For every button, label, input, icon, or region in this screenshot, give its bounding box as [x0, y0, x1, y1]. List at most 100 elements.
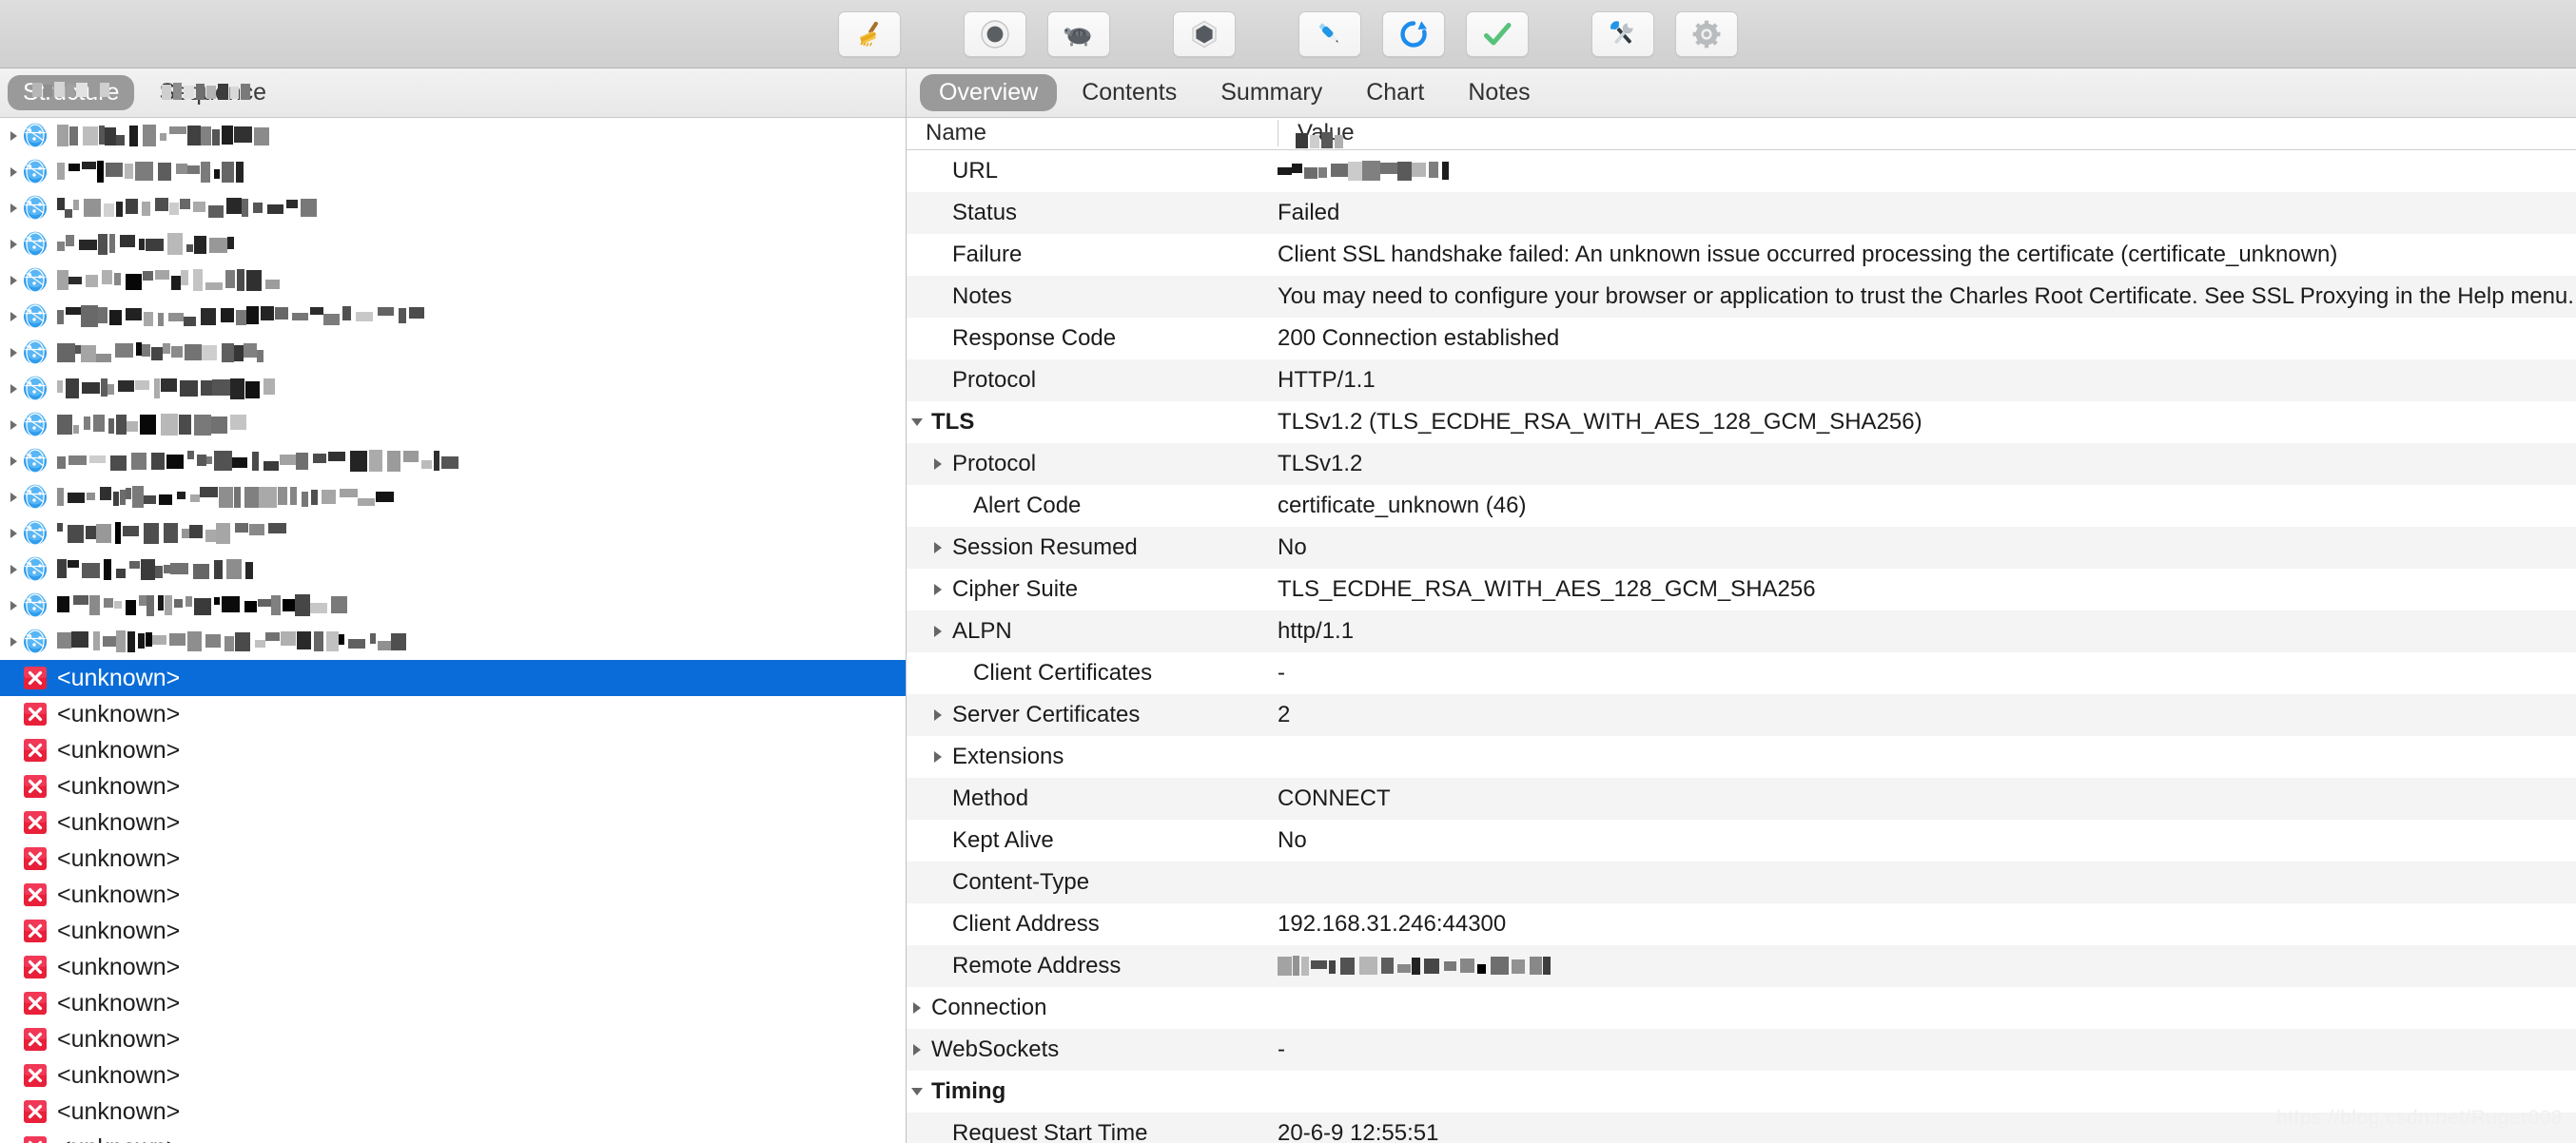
detail-row[interactable]: Kept Alive No [907, 820, 2576, 862]
tree-row[interactable] [0, 262, 906, 299]
tab-structure[interactable]: Structure [8, 75, 135, 110]
tools-button[interactable] [1591, 10, 1654, 57]
detail-row[interactable]: Remote Address [907, 945, 2576, 987]
disclosure-triangle-icon[interactable] [6, 154, 21, 190]
detail-row[interactable]: Notes You may need to configure your brow… [907, 276, 2576, 318]
tree-row[interactable]: <unknown> [0, 696, 906, 732]
detail-row[interactable]: Response Code 200 Connection established [907, 318, 2576, 359]
disclosure-triangle-icon[interactable] [6, 515, 21, 552]
detail-row-label: URL [952, 158, 999, 184]
detail-row[interactable]: Method CONNECT [907, 778, 2576, 820]
detail-row[interactable]: TLS TLSv1.2 (TLS_ECDHE_RSA_WITH_AES_128_G… [907, 401, 2576, 443]
tree-row[interactable]: <unknown> [0, 913, 906, 949]
expand-triangle-icon[interactable] [907, 1002, 927, 1014]
tree-row[interactable] [0, 624, 906, 660]
tree-row[interactable] [0, 552, 906, 588]
disclosure-triangle-icon[interactable] [6, 118, 21, 154]
repeat-button[interactable] [1382, 10, 1445, 57]
tree-row[interactable] [0, 371, 906, 407]
disclosure-triangle-icon[interactable] [6, 443, 21, 479]
tree-row[interactable]: <unknown> [0, 1057, 906, 1094]
detail-row[interactable]: Extensions [907, 736, 2576, 778]
detail-row[interactable]: Failure Client SSL handshake failed: An u… [907, 234, 2576, 276]
detail-row-name-cell: Connection [907, 995, 1278, 1021]
expand-triangle-icon[interactable] [927, 458, 948, 470]
tree-row[interactable] [0, 118, 906, 154]
disclosure-triangle-icon[interactable] [6, 299, 21, 335]
disclosure-triangle-icon[interactable] [6, 262, 21, 299]
record-button[interactable] [964, 10, 1026, 57]
tab-summary[interactable]: Summary [1201, 74, 1341, 111]
session-tree[interactable]: <unknown> <unknown> <unknown> <unknown> <unk… [0, 118, 906, 1143]
detail-row[interactable]: Client Address 192.168.31.246:44300 [907, 903, 2576, 945]
disclosure-triangle-icon[interactable] [6, 407, 21, 443]
expand-triangle-icon[interactable] [927, 709, 948, 721]
expand-triangle-icon[interactable] [927, 626, 948, 637]
disclosure-triangle-icon[interactable] [6, 190, 21, 226]
disclosure-triangle-icon[interactable] [6, 335, 21, 371]
tree-row[interactable]: <unknown> [0, 1021, 906, 1057]
tree-row[interactable] [0, 588, 906, 624]
tree-row[interactable] [0, 479, 906, 515]
detail-row[interactable]: Session Resumed No [907, 527, 2576, 569]
tree-row[interactable] [0, 443, 906, 479]
disclosure-triangle-icon[interactable] [6, 371, 21, 407]
disclosure-triangle-icon[interactable] [6, 552, 21, 588]
detail-row-label: Extensions [952, 744, 1064, 769]
validate-button[interactable] [1466, 10, 1529, 57]
detail-row[interactable]: Server Certificates 2 [907, 694, 2576, 736]
detail-row[interactable]: Protocol TLSv1.2 [907, 443, 2576, 485]
detail-row[interactable]: Client Certificates - [907, 652, 2576, 694]
tree-row[interactable]: <unknown> [0, 877, 906, 913]
disclosure-triangle-icon[interactable] [6, 479, 21, 515]
expand-triangle-icon[interactable] [907, 1044, 927, 1056]
detail-row[interactable]: Status Failed [907, 192, 2576, 234]
clear-button[interactable] [838, 10, 901, 57]
tab-notes[interactable]: Notes [1449, 74, 1549, 111]
detail-row[interactable]: Protocol HTTP/1.1 [907, 359, 2576, 401]
compose-button[interactable] [1298, 10, 1361, 57]
tree-row[interactable] [0, 335, 906, 371]
disclosure-triangle-icon[interactable] [6, 624, 21, 660]
breakpoints-button[interactable] [1173, 10, 1236, 57]
expand-triangle-icon[interactable] [927, 542, 948, 553]
tree-row[interactable]: <unknown> [0, 732, 906, 768]
tree-row[interactable] [0, 154, 906, 190]
column-header-name[interactable]: Name [907, 120, 1278, 146]
tree-row-selected[interactable]: <unknown> [0, 660, 906, 696]
tree-row[interactable] [0, 226, 906, 262]
detail-row-value-cell: CONNECT [1278, 784, 2576, 814]
tree-row[interactable]: <unknown> [0, 949, 906, 985]
collapse-triangle-icon[interactable] [907, 418, 927, 426]
tab-contents[interactable]: Contents [1063, 74, 1196, 111]
expand-triangle-icon[interactable] [927, 751, 948, 763]
tree-row[interactable]: <unknown> [0, 841, 906, 877]
detail-row[interactable]: Cipher Suite TLS_ECDHE_RSA_WITH_AES_128_G… [907, 569, 2576, 610]
tab-sequence[interactable]: Sequence [144, 75, 282, 110]
disclosure-triangle-icon[interactable] [6, 226, 21, 262]
tree-row[interactable] [0, 515, 906, 552]
tab-chart[interactable]: Chart [1347, 74, 1443, 111]
throttle-button[interactable] [1047, 10, 1110, 57]
detail-row[interactable]: ALPN http/1.1 [907, 610, 2576, 652]
collapse-triangle-icon[interactable] [907, 1088, 927, 1095]
detail-row[interactable]: Connection [907, 987, 2576, 1029]
tree-row[interactable]: <unknown> [0, 1094, 906, 1130]
detail-row[interactable]: URL [907, 150, 2576, 192]
tree-row[interactable]: <unknown> [0, 768, 906, 804]
tree-row[interactable] [0, 407, 906, 443]
tree-row[interactable]: <unknown> [0, 985, 906, 1021]
detail-row[interactable]: Content-Type [907, 862, 2576, 903]
disclosure-triangle-icon[interactable] [6, 588, 21, 624]
tree-row[interactable]: <unknown> [0, 1130, 906, 1143]
tree-row[interactable] [0, 190, 906, 226]
tab-overview[interactable]: Overview [920, 74, 1058, 111]
column-header-value[interactable]: Value [1278, 120, 2571, 148]
expand-triangle-icon[interactable] [927, 584, 948, 595]
tree-row[interactable]: <unknown> [0, 804, 906, 841]
tree-row[interactable] [0, 299, 906, 335]
detail-row[interactable]: WebSockets - [907, 1029, 2576, 1071]
settings-button[interactable] [1675, 10, 1738, 57]
charles-proxy-window: Structure Sequence <unknown> <unknown> <… [0, 0, 2576, 1143]
detail-row[interactable]: Alert Code certificate_unknown (46) [907, 485, 2576, 527]
